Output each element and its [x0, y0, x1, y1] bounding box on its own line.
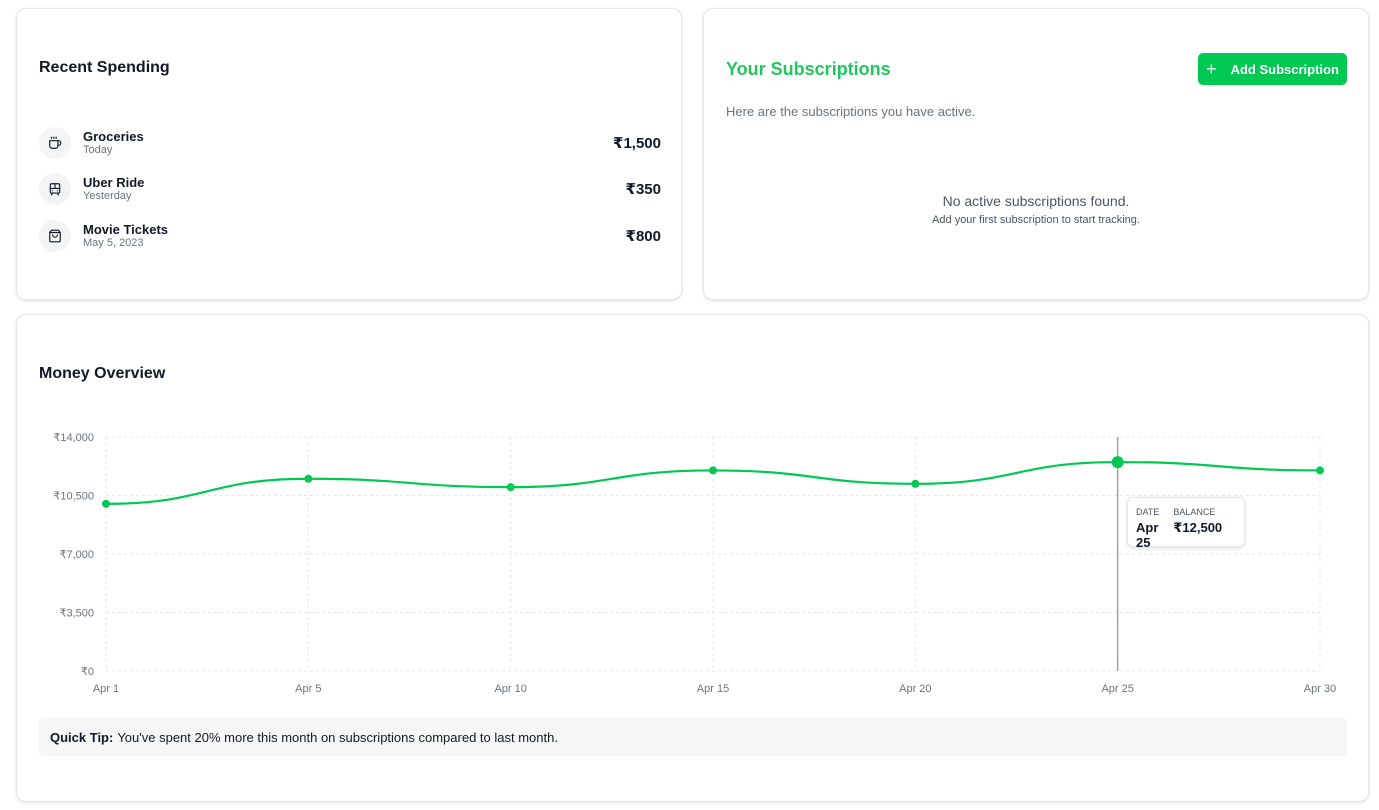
- spending-item-amount: ₹350: [625, 181, 661, 198]
- spending-item-amount: ₹1,500: [613, 135, 661, 152]
- recent-spending-title: Recent Spending: [39, 59, 170, 76]
- data-point: [304, 474, 313, 483]
- x-tick-label: Apr 5: [295, 683, 321, 695]
- subscriptions-title: Your Subscriptions: [726, 59, 891, 79]
- y-tick-label: ₹7,000: [59, 549, 94, 561]
- spending-item-groceries[interactable]: Groceries Today ₹1,500: [39, 126, 661, 160]
- tooltip-balance-value: ₹12,500: [1173, 520, 1223, 535]
- y-tick-label: ₹3,500: [59, 608, 94, 620]
- coffee-cup-icon: [39, 127, 71, 159]
- chart-tooltip: DATE Apr 25 BALANCE ₹12,500: [1127, 497, 1245, 550]
- x-tick-label: Apr 10: [494, 683, 526, 695]
- money-overview-card: Money Overview ₹0 ₹3,500 ₹7,000 ₹10,500 ₹14,…: [16, 314, 1369, 802]
- empty-state-title: No active subscriptions found.: [942, 193, 1130, 209]
- spending-item-movie-tickets[interactable]: Movie Tickets May 5, 2023 ₹800: [39, 219, 661, 253]
- highlighted-data-point: [1111, 456, 1124, 469]
- spending-item-date: May 5, 2023: [83, 236, 144, 249]
- spending-item-name: Movie Tickets: [83, 221, 169, 237]
- data-point: [911, 479, 920, 488]
- quick-tip: Quick Tip: You've spent 20% more this mo…: [39, 718, 1347, 756]
- spending-item-date: Yesterday: [83, 189, 132, 202]
- x-tick-label: Apr 20: [899, 683, 931, 695]
- spending-item-uber-ride[interactable]: Uber Ride Yesterday ₹350: [39, 172, 661, 206]
- x-tick-label: Apr 15: [697, 683, 729, 695]
- data-point: [1316, 466, 1324, 475]
- tooltip-date-value: Apr 25: [1136, 520, 1159, 550]
- data-point: [709, 466, 717, 475]
- add-subscription-button[interactable]: + Add Subscription: [1198, 53, 1347, 85]
- x-tick-label: Apr 1: [93, 683, 119, 695]
- x-tick-label: Apr 25: [1101, 683, 1133, 695]
- empty-state-hint: Add your first subscription to start tra…: [932, 214, 1140, 226]
- subscriptions-card: Your Subscriptions + Add Subscription He…: [703, 8, 1369, 300]
- data-point: [506, 483, 515, 492]
- y-tick-label: ₹0: [81, 666, 94, 678]
- spending-item-date: Today: [83, 143, 113, 156]
- quick-tip-label: Quick Tip:: [50, 729, 114, 745]
- quick-tip-text: You've spent 20% more this month on subs…: [117, 729, 558, 745]
- bus-icon: [39, 173, 71, 205]
- data-point: [102, 499, 110, 508]
- tooltip-date-label: DATE: [1136, 507, 1160, 517]
- y-tick-label: ₹10,500: [53, 491, 94, 503]
- subscriptions-description: Here are the subscriptions you have acti…: [726, 104, 976, 119]
- shopping-bag-icon: [39, 220, 71, 252]
- x-tick-label: Apr 30: [1304, 683, 1336, 695]
- spending-item-amount: ₹800: [625, 228, 661, 245]
- y-tick-label: ₹14,000: [53, 432, 94, 444]
- plus-icon: +: [1206, 59, 1217, 79]
- add-subscription-label: Add Subscription: [1230, 61, 1339, 77]
- spending-item-name: Groceries: [83, 128, 144, 144]
- tooltip-balance-label: BALANCE: [1173, 507, 1216, 517]
- recent-spending-card: Recent Spending Groceries Today ₹1,500 U…: [16, 8, 682, 300]
- spending-item-name: Uber Ride: [83, 174, 145, 190]
